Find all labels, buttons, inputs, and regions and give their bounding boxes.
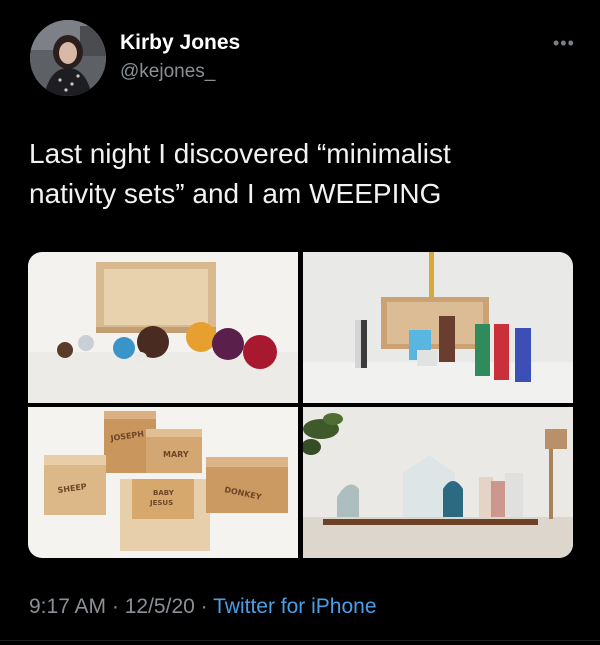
photo-acrylic-shapes[interactable] xyxy=(303,407,573,558)
media-grid[interactable]: JOSEPH MARY SHEEP BABY JESUS DONKEY xyxy=(28,252,573,558)
tweet-text-line: nativity sets” and I am WEEPING xyxy=(29,178,442,209)
tweet-text-line: Last night I discovered “minimalist xyxy=(29,138,451,169)
tweet-date[interactable]: 12/5/20 xyxy=(125,595,195,618)
photo-color-blocks-image xyxy=(303,252,573,403)
tweet-time[interactable]: 9:17 AM xyxy=(29,595,106,618)
tweet-source-link[interactable]: Twitter for iPhone xyxy=(213,595,376,618)
tweet-text: Last night I discovered “minimalist nati… xyxy=(29,134,574,214)
separator: · xyxy=(194,595,214,618)
author-handle[interactable]: @kejones_ xyxy=(120,61,215,83)
avatar[interactable] xyxy=(30,20,106,96)
photo-balls-and-tray-image xyxy=(28,252,298,403)
photo-balls-and-tray[interactable] xyxy=(28,252,298,403)
block-label-jesus: JESUS xyxy=(149,499,173,507)
block-label-mary: MARY xyxy=(163,450,189,459)
author-name[interactable]: Kirby Jones xyxy=(120,31,240,55)
photo-labeled-blocks-image: JOSEPH MARY SHEEP BABY JESUS DONKEY xyxy=(28,407,298,558)
photo-acrylic-shapes-image xyxy=(303,407,573,558)
tweet-meta: 9:17 AM · 12/5/20 · Twitter for iPhone xyxy=(29,595,377,619)
divider xyxy=(0,640,600,641)
more-horizontal-icon[interactable]: ••• xyxy=(553,33,575,54)
block-label-baby: BABY xyxy=(153,489,175,497)
photo-color-blocks[interactable] xyxy=(303,252,573,403)
avatar-photo xyxy=(30,20,106,96)
separator: · xyxy=(106,595,125,618)
photo-labeled-blocks[interactable]: JOSEPH MARY SHEEP BABY JESUS DONKEY xyxy=(28,407,298,558)
